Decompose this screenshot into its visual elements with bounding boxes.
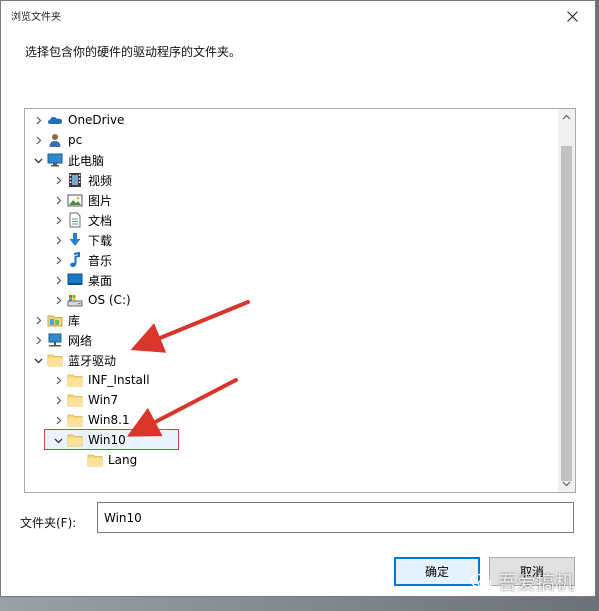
tree-item-label: 下载 — [88, 233, 113, 248]
tree-item-label: pc — [68, 133, 83, 147]
download-icon — [67, 232, 83, 248]
tree-item-lang[interactable]: Lang — [25, 450, 558, 470]
dialog-title: 浏览文件夹 — [11, 12, 61, 23]
tree-item[interactable]: 此电脑 — [25, 150, 558, 170]
tree-item-label: 音乐 — [88, 253, 113, 268]
chevron-down-icon[interactable] — [33, 155, 43, 165]
browse-folder-dialog: 浏览文件夹 选择包含你的硬件的驱动程序的文件夹。 OneDrive pc 此电脑视频… — [0, 0, 596, 597]
folder-tree[interactable]: OneDrive pc 此电脑视频图片文档下载音乐桌面 OS (C:) 库网络蓝牙驱动 I… — [24, 108, 576, 493]
tree-item[interactable]: 蓝牙驱动 — [25, 350, 558, 370]
tree-item-label: OS (C:) — [88, 293, 131, 307]
tree-item-label: 库 — [68, 313, 81, 328]
chevron-down-icon[interactable] — [33, 355, 43, 365]
tree-item-label: 视频 — [88, 173, 113, 188]
chevron-right-icon[interactable] — [53, 415, 63, 425]
title-bar: 浏览文件夹 — [1, 1, 595, 31]
cloud-icon — [47, 112, 63, 128]
instruction-text: 选择包含你的硬件的驱动程序的文件夹。 — [25, 45, 242, 59]
tree-item-label: 蓝牙驱动 — [68, 353, 117, 368]
drive-icon — [67, 292, 83, 308]
tree-item-label: Win7 — [88, 393, 119, 407]
chevron-right-icon[interactable] — [53, 175, 63, 185]
chevron-right-icon[interactable] — [53, 295, 63, 305]
tree-item[interactable]: 桌面 — [25, 270, 558, 290]
chevron-right-icon[interactable] — [53, 195, 63, 205]
scroll-down-arrow[interactable] — [558, 475, 575, 492]
folder-icon — [67, 372, 83, 388]
folder-icon — [67, 412, 83, 428]
chevron-right-icon[interactable] — [33, 335, 43, 345]
user-icon — [47, 132, 63, 148]
tree-item-os-c[interactable]: OS (C:) — [25, 290, 558, 310]
chevron-right-icon[interactable] — [53, 215, 63, 225]
chevron-right-icon[interactable] — [53, 375, 63, 385]
chevron-right-icon[interactable] — [53, 275, 63, 285]
folder-field-label: 文件夹(F): — [20, 516, 77, 530]
tree-item[interactable]: 图片 — [25, 190, 558, 210]
close-icon — [566, 10, 578, 22]
tree-item-label: 此电脑 — [68, 153, 105, 168]
document-icon — [67, 212, 83, 228]
watermark: 吾爱搞机 — [470, 568, 574, 595]
folder-icon — [87, 452, 103, 468]
tree-item-win8-1[interactable]: Win8.1 — [25, 410, 558, 430]
tree-item[interactable]: 库 — [25, 310, 558, 330]
computer-icon — [47, 152, 63, 168]
tree-item-inf-install[interactable]: INF_Install — [25, 370, 558, 390]
chevron-right-icon[interactable] — [33, 315, 43, 325]
close-button[interactable] — [549, 1, 595, 31]
tree-item-label: 文档 — [88, 213, 113, 228]
tree-item[interactable]: 视频 — [25, 170, 558, 190]
chevron-right-icon[interactable] — [53, 235, 63, 245]
tree-item-label: 图片 — [88, 193, 113, 208]
library-icon — [47, 312, 63, 328]
folder-icon — [47, 352, 63, 368]
tree-item-label: 桌面 — [88, 273, 113, 288]
scroll-up-arrow[interactable] — [558, 109, 575, 126]
watermark-text: 吾爱搞机 — [498, 572, 575, 594]
tree-item-label: Lang — [108, 453, 138, 467]
wechat-icon — [470, 573, 492, 590]
scrollbar-thumb[interactable] — [561, 146, 572, 481]
network-icon — [47, 332, 63, 348]
music-icon — [67, 251, 83, 268]
folder-icon — [67, 392, 83, 408]
tree-item-onedrive[interactable]: OneDrive — [25, 110, 558, 130]
chevron-right-icon[interactable] — [53, 395, 63, 405]
vertical-scrollbar[interactable] — [558, 109, 575, 492]
chevron-right-icon[interactable] — [33, 135, 43, 145]
desktop-icon — [67, 272, 83, 288]
pictures-icon — [67, 192, 83, 208]
tree-item-label: Win8.1 — [88, 413, 130, 427]
tree-item-label: 网络 — [68, 333, 93, 348]
video-icon — [67, 172, 83, 188]
tree-item-label: OneDrive — [68, 113, 125, 127]
chevron-right-icon[interactable] — [33, 115, 43, 125]
selection-outline — [44, 429, 179, 450]
folder-input[interactable] — [97, 502, 574, 533]
tree-item[interactable]: 下载 — [25, 230, 558, 250]
chevron-right-icon[interactable] — [53, 255, 63, 265]
tree-item-label: INF_Install — [88, 373, 150, 387]
tree-item-pc[interactable]: pc — [25, 130, 558, 150]
tree-item[interactable]: 文档 — [25, 210, 558, 230]
tree-item[interactable]: 网络 — [25, 330, 558, 350]
tree-item-win7[interactable]: Win7 — [25, 390, 558, 410]
tree-item[interactable]: 音乐 — [25, 250, 558, 270]
ok-button[interactable]: 确定 — [394, 557, 480, 586]
